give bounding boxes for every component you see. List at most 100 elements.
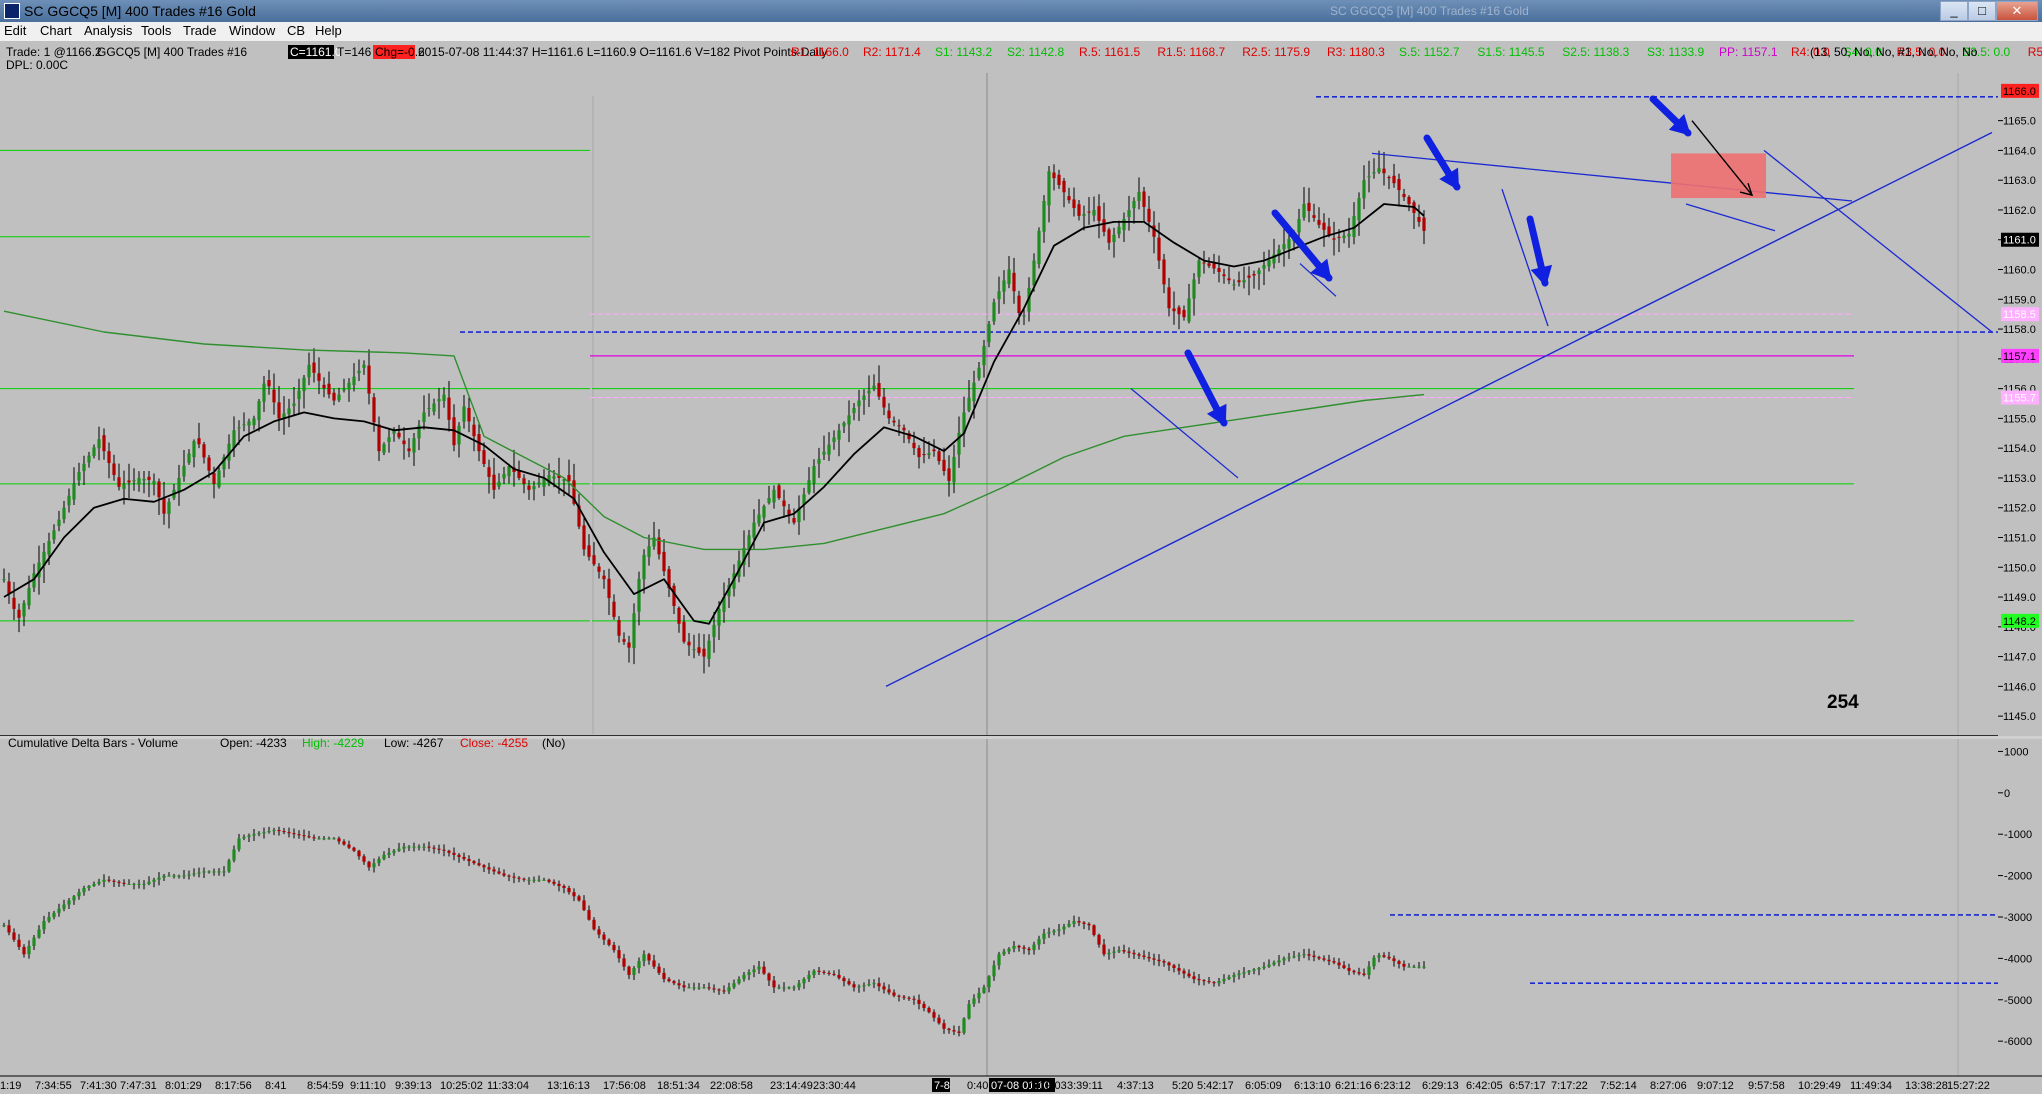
menu-edit[interactable]: Edit [2,23,28,38]
delta-bar [297,834,301,836]
time-label: 7:17:22 [1551,1080,1588,1092]
menu-cb[interactable]: CB [285,23,307,38]
price-tick-label: 1158.0 [2003,324,2036,336]
price-bar [752,522,756,538]
delta-bar [1377,955,1381,958]
price-bar [1007,269,1011,285]
delta-bar [577,896,581,901]
delta-bar [837,974,841,979]
price-bar [427,407,431,409]
delta-bar [952,1030,956,1032]
delta-bar [1257,968,1261,970]
delta-bar [747,972,751,975]
delta-bar [1167,962,1171,966]
delta-bar [1022,947,1026,949]
maximize-button[interactable]: □ [1968,1,1996,21]
delta-bar [172,875,176,877]
price-bar [1237,280,1241,283]
delta-bar [1382,955,1386,957]
price-bar [2,579,6,581]
price-bar [567,475,571,481]
price-bar [992,302,996,322]
time-label: 9:07:12 [1697,1080,1734,1092]
delta-bar [1057,929,1061,931]
delta-bar [582,900,586,911]
delta-bar [1342,965,1346,969]
delta-bar [1127,951,1131,953]
delta-bar [1367,966,1371,975]
time-label: 23:30:44 [813,1080,856,1092]
delta-bar [987,976,991,988]
price-tick-label: 1146.0 [2003,681,2036,693]
price-bar [1122,218,1126,231]
delta-bar [397,848,401,851]
delta-bar [107,879,111,881]
delta-bar [357,850,361,857]
delta-bar [1362,973,1366,975]
pivot-readout: S2.5: 1138.3 [1562,45,1629,59]
delta-bar [1097,934,1101,945]
menu-tools[interactable]: Tools [139,23,173,38]
price-bar [357,370,361,374]
delta-bar [277,830,281,832]
delta-bar [452,852,456,855]
price-bar [1212,263,1216,269]
minimize-button[interactable]: _ [1940,1,1968,21]
delta-bar [407,846,411,848]
delta-bar [717,989,721,991]
price-bar [472,424,476,437]
delta-bar [342,841,346,845]
time-label: 6:23:12 [1374,1080,1411,1092]
price-bar [862,395,866,400]
delta-bar [287,832,291,834]
price-bar [892,420,896,423]
price-bar [637,578,641,612]
price-bar [1147,208,1151,222]
menu-help[interactable]: Help [313,23,344,38]
pivot-readout: R1.5: 1168.7 [1157,45,1225,59]
delta-bar [262,832,266,834]
price-bar [317,373,321,381]
price-badge-label: 1157.1 [2003,351,2036,363]
menu-analysis[interactable]: Analysis [82,23,134,38]
menu-chart[interactable]: Chart [38,23,74,38]
time-label: 11:49:34 [1850,1080,1892,1092]
price-bar [1392,175,1396,184]
resistance-zone[interactable] [1671,153,1766,199]
time-label: 9:39:13 [395,1080,432,1092]
time-label: 3:39:11 [1067,1080,1103,1092]
delta-bar [852,984,856,988]
price-bar [402,440,406,445]
price-bar [902,427,906,431]
price-bar [1032,260,1036,286]
price-bar [897,425,901,427]
delta-bar [377,859,381,864]
chart-area[interactable]: Trade: 1 @1166.2DPL: 0.00C GGCQ5 [M] 400 … [0,41,2042,1094]
delta-bar [27,945,31,955]
close-button[interactable]: ✕ [1996,1,2038,21]
delta-bar [777,987,781,989]
delta-bar [667,979,671,982]
delta-bar [727,987,731,992]
price-bar [707,640,711,660]
price-bar [522,478,526,484]
menu-trade[interactable]: Trade [181,23,218,38]
window-titlebar: SC GGCQ5 [M] 400 Trades #16 Gold SC GGCQ… [0,0,2042,22]
delta-bar [867,984,871,986]
price-bar [217,470,221,488]
price-bar [372,397,376,423]
price-badge-label: 1148.2 [2003,616,2036,628]
delta-bar [567,888,571,893]
price-bar [1012,272,1016,292]
price-bar [1102,219,1106,232]
delta-bar [597,929,601,935]
price-bar [1307,202,1311,211]
delta-bar [247,835,251,837]
time-tick: 15:27:22 [1947,1080,1990,1092]
price-axis: 1165.0 1164.0 1163.0 1162.0 1161.0 1160.0 1159… [1998,73,2042,736]
delta-bar [292,833,296,835]
delta-tick-label: 0 [2004,788,2010,800]
pivot-readout: S2: 1142.8 [1007,45,1064,59]
price-bar [1107,229,1111,243]
menu-window[interactable]: Window [227,23,277,38]
